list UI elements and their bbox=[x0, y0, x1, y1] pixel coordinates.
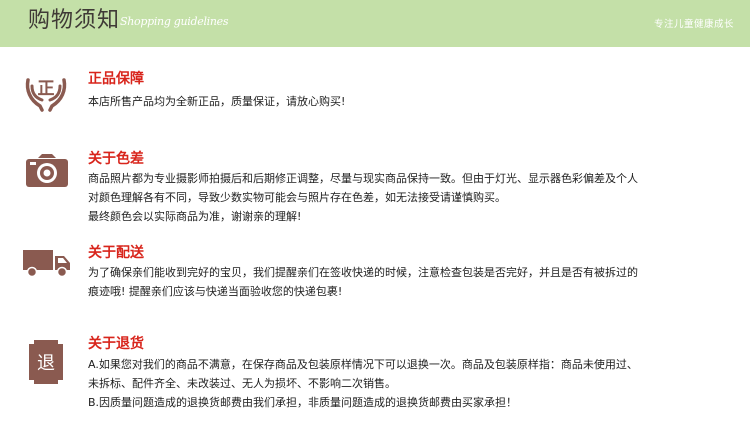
section-title: 关于配送 bbox=[88, 245, 144, 261]
section-title: 关于色差 bbox=[88, 151, 144, 167]
camera-icon bbox=[24, 154, 70, 194]
zheng-glyph: 正 bbox=[38, 79, 55, 99]
section-returns: 退 关于退货 A.如果您对我们的商品不满意，在保存商品及包装原样情况下可以退换一… bbox=[0, 332, 750, 412]
return-tui-icon: 退 bbox=[28, 340, 64, 388]
section-line: 为了确保亲们能收到完好的宝贝，我们提醒亲们在签收快递的时候，注意检查包装是否完好… bbox=[88, 266, 638, 279]
section-line: 本店所售产品均为全新正品，质量保证，请放心购买! bbox=[88, 95, 346, 108]
section-body: 本店所售产品均为全新正品，质量保证，请放心购买! bbox=[88, 92, 728, 111]
tui-glyph: 退 bbox=[37, 353, 55, 374]
section-line: 最终颜色会以实际商品为准，谢谢亲的理解! bbox=[88, 210, 302, 223]
section-line: 未拆标、配件齐全、未改装过、无人为损坏、不影响二次销售。 bbox=[88, 377, 396, 390]
section-line: 痕迹哦! 提醒亲们应该与快递当面验收您的快递包裹! bbox=[88, 285, 343, 298]
section-line: A.如果您对我们的商品不满意，在保存商品及包装原样情况下可以退换一次。商品及包装… bbox=[88, 358, 638, 371]
section-delivery: 关于配送 为了确保亲们能收到完好的宝贝，我们提醒亲们在签收快递的时候，注意检查包… bbox=[0, 240, 750, 300]
delivery-truck-icon bbox=[22, 248, 72, 282]
section-body: A.如果您对我们的商品不满意，在保存商品及包装原样情况下可以退换一次。商品及包装… bbox=[88, 355, 728, 412]
page-title: 购物须知 bbox=[28, 8, 121, 33]
hands-holding-zheng-icon: 正 bbox=[22, 66, 70, 118]
section-line: B.因质量问题造成的退换货邮费由我们承担，非质量问题造成的退换货邮费由买家承担！ bbox=[88, 396, 518, 409]
header-slogan: 专注儿童健康成长 bbox=[653, 19, 734, 30]
page-subtitle: Shopping guidelines bbox=[120, 15, 229, 28]
section-line: 商品照片都为专业摄影师拍摄后和后期修正调整，尽量与现实商品保持一致。但由于灯光、… bbox=[88, 172, 638, 185]
section-body: 商品照片都为专业摄影师拍摄后和后期修正调整，尽量与现实商品保持一致。但由于灯光、… bbox=[88, 169, 728, 226]
page-header: 购物须知 Shopping guidelines 专注儿童健康成长 bbox=[0, 0, 750, 47]
section-line: 对颜色理解各有不同，导致少数实物可能会与照片存在色差，如无法接受请谨慎购买。 bbox=[88, 191, 506, 204]
section-color-difference: 关于色差 商品照片都为专业摄影师拍摄后和后期修正调整，尽量与现实商品保持一致。但… bbox=[0, 148, 750, 228]
section-authentic: 正 正品保障 本店所售产品均为全新正品，质量保证，请放心购买! bbox=[0, 62, 750, 122]
section-body: 为了确保亲们能收到完好的宝贝，我们提醒亲们在签收快递的时候，注意检查包装是否完好… bbox=[88, 263, 728, 301]
section-title: 正品保障 bbox=[88, 71, 144, 87]
section-title: 关于退货 bbox=[88, 336, 144, 352]
